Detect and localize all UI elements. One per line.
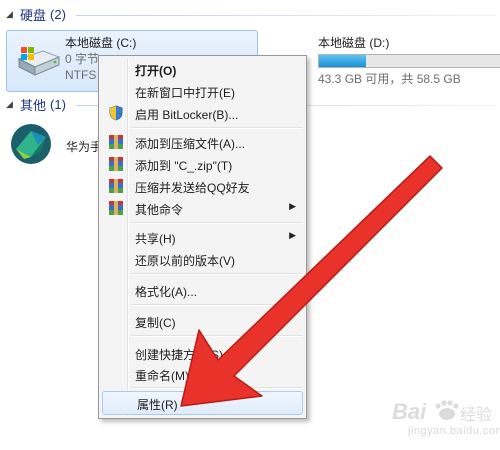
annotation-arrow-icon xyxy=(180,155,443,407)
baidu-logo-icon: Bai 经验 xyxy=(392,399,492,424)
baidu-jingyan-watermark: Bai 经验 jingyan.baidu.com xyxy=(388,395,500,447)
watermark-url: jingyan.baidu.com xyxy=(408,425,500,437)
svg-text:Bai: Bai xyxy=(392,399,427,424)
svg-text:经验: 经验 xyxy=(460,405,492,424)
